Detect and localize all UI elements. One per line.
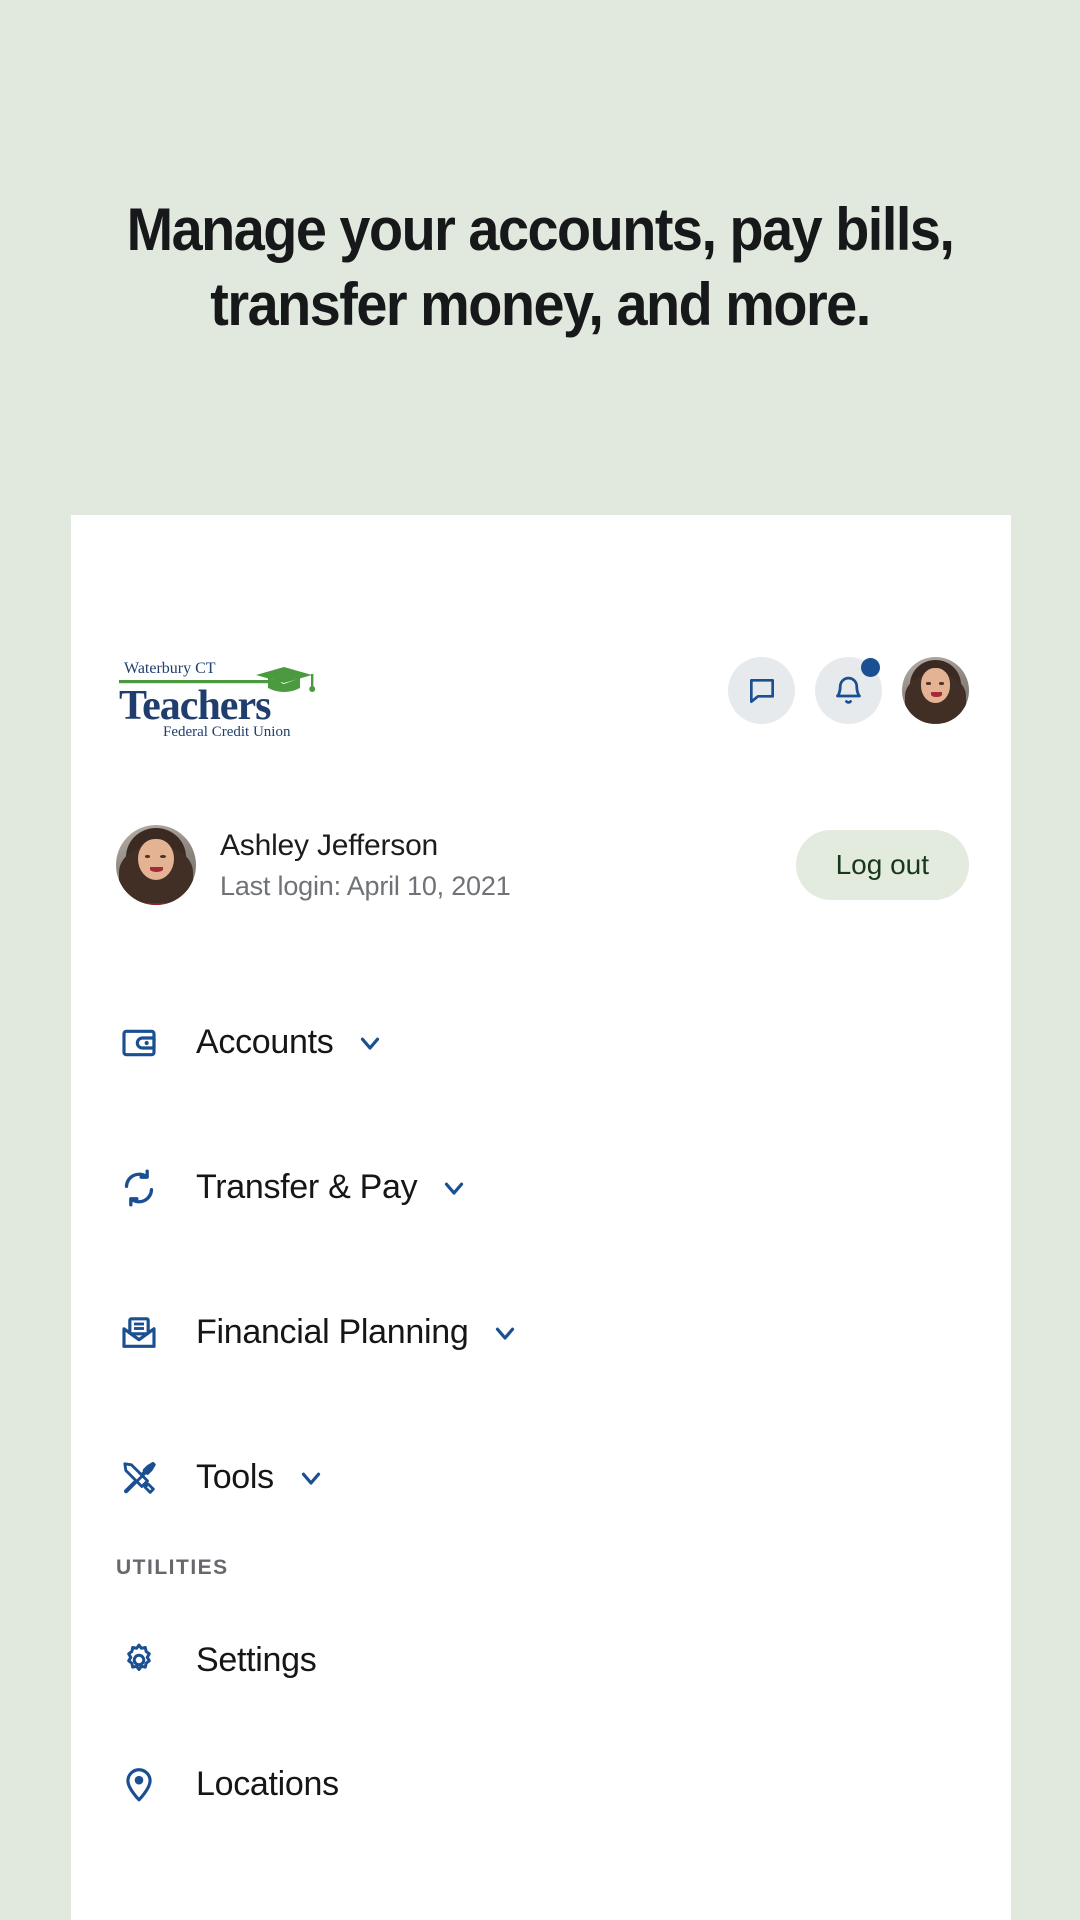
notifications-button[interactable]	[815, 657, 882, 724]
nav-item-accounts[interactable]: Accounts	[71, 970, 1011, 1115]
gear-icon	[116, 1637, 162, 1683]
nav-label: Transfer & Pay	[196, 1168, 418, 1206]
header-actions	[728, 657, 969, 724]
bell-icon	[832, 674, 865, 707]
main-navigation: Accounts Transfer & Pay Financial Planni…	[71, 970, 1011, 1846]
nav-item-tools[interactable]: Tools	[71, 1405, 1011, 1550]
nav-label: Locations	[196, 1764, 339, 1803]
messages-button[interactable]	[728, 657, 795, 724]
page-headline: Manage your accounts, pay bills, transfe…	[38, 192, 1042, 342]
headline-line-2: transfer money, and more.	[210, 271, 871, 338]
chat-bubble-icon	[746, 675, 778, 707]
envelope-document-icon	[116, 1310, 162, 1356]
brand-logo[interactable]: Waterbury CT Teachers Federal Credit Uni…	[116, 653, 316, 741]
app-header: Waterbury CT Teachers Federal Credit Uni…	[71, 653, 1011, 743]
chevron-down-icon[interactable]	[296, 1463, 326, 1493]
last-login-text: Last login: April 10, 2021	[220, 870, 511, 901]
avatar-eye-right	[160, 855, 166, 859]
hammer-screwdriver-icon	[116, 1455, 162, 1501]
wallet-icon	[116, 1020, 162, 1066]
user-summary-row: Ashley Jefferson Last login: April 10, 2…	[71, 815, 1011, 915]
nav-item-transfer-and-pay[interactable]: Transfer & Pay	[71, 1115, 1011, 1260]
app-screenshot-card: Waterbury CT Teachers Federal Credit Uni…	[71, 515, 1011, 1920]
header-avatar[interactable]	[902, 657, 969, 724]
headline-line-1: Manage your accounts, pay bills,	[126, 196, 955, 263]
chevron-down-icon[interactable]	[439, 1173, 469, 1203]
avatar-eye-left	[926, 682, 931, 685]
transfer-sync-icon	[116, 1165, 162, 1211]
svg-text:Federal Credit Union: Federal Credit Union	[163, 724, 291, 740]
logout-button[interactable]: Log out	[795, 830, 969, 900]
chevron-down-icon[interactable]	[490, 1318, 520, 1348]
utilities-section-heading: UTILITIES	[116, 1556, 229, 1579]
user-meta: Ashley Jefferson Last login: April 10, 2…	[220, 827, 796, 904]
nav-item-settings[interactable]: Settings	[71, 1598, 1011, 1722]
nav-label: Tools	[196, 1458, 274, 1496]
nav-item-locations[interactable]: Locations	[71, 1722, 1011, 1846]
map-pin-icon	[116, 1761, 162, 1807]
avatar-mouth	[930, 691, 942, 697]
user-avatar[interactable]	[116, 825, 196, 905]
nav-label: Accounts	[196, 1023, 334, 1061]
svg-text:Waterbury CT: Waterbury CT	[124, 660, 216, 677]
nav-label: Settings	[196, 1640, 317, 1679]
nav-item-financial-planning[interactable]: Financial Planning	[71, 1260, 1011, 1405]
user-name: Ashley Jefferson	[220, 828, 439, 862]
svg-text:Teachers: Teachers	[119, 683, 271, 729]
nav-label: Financial Planning	[196, 1313, 469, 1351]
notification-badge	[861, 658, 880, 677]
avatar-face	[138, 838, 174, 881]
chevron-down-icon[interactable]	[355, 1028, 385, 1058]
avatar-eye-right	[938, 682, 944, 685]
